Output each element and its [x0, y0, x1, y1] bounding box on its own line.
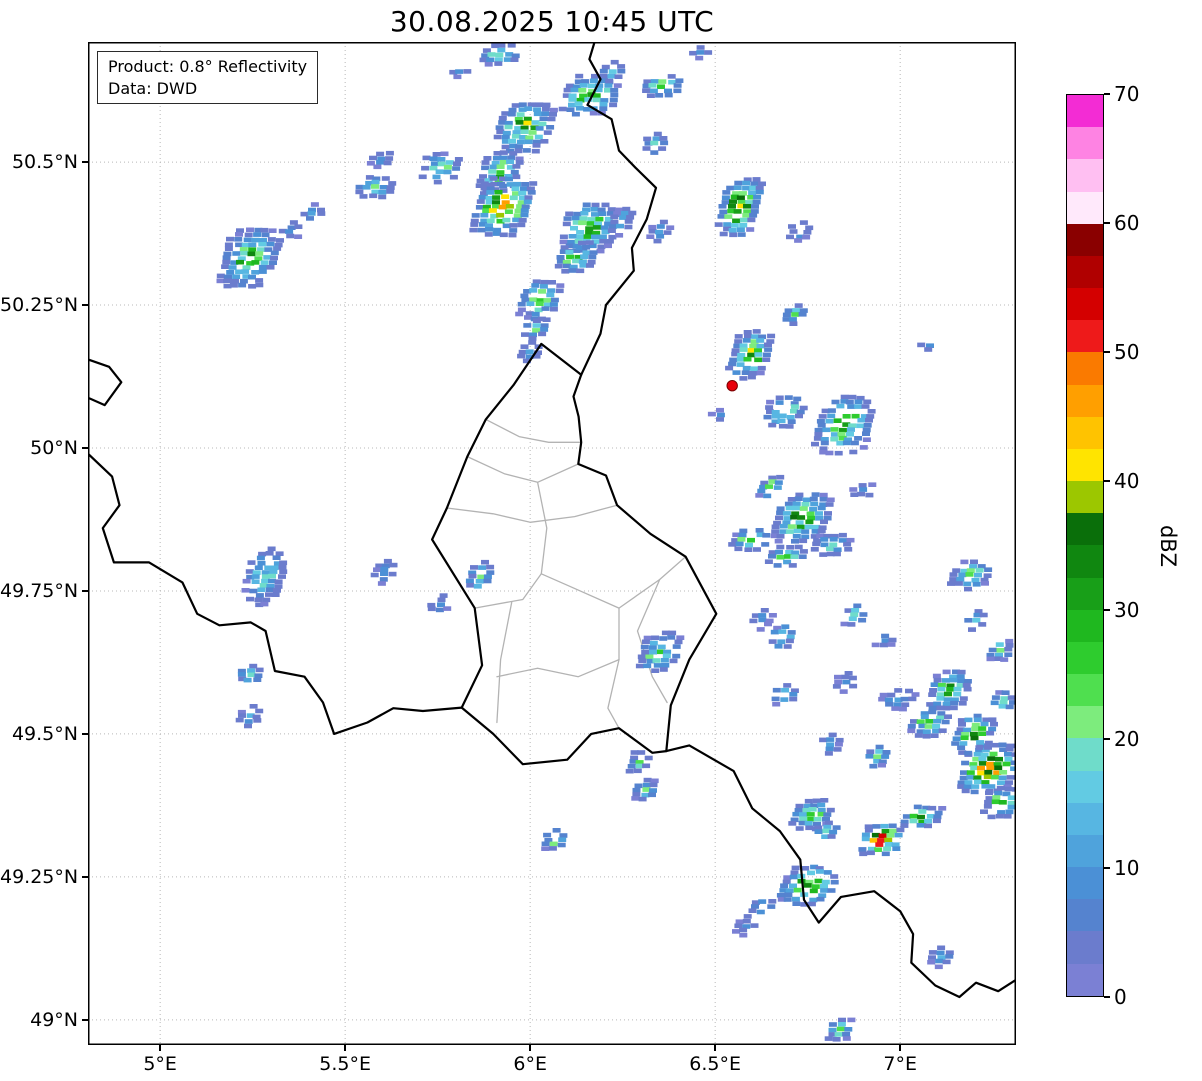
x-tick-label: 6°E [513, 1052, 547, 1076]
tick-mark [1104, 93, 1110, 95]
colorbar-gradient [1067, 95, 1103, 996]
colorbar-segment [1067, 835, 1103, 867]
colorbar-segment [1067, 964, 1103, 996]
colorbar-segment [1067, 610, 1103, 642]
colorbar-segment [1067, 545, 1103, 577]
colorbar-segment [1067, 288, 1103, 320]
colorbar-segment [1067, 867, 1103, 899]
weather-radar-figure: 30.08.2025 10:45 UTC Product: 0.8° Refle… [0, 0, 1202, 1081]
tick-mark [159, 1045, 161, 1051]
colorbar-segment [1067, 738, 1103, 770]
tick-mark [714, 1045, 716, 1051]
tick-mark [1104, 738, 1110, 740]
y-tick-label: 50.25°N [0, 293, 82, 317]
tick-mark [1104, 351, 1110, 353]
tick-mark [82, 161, 88, 163]
colorbar-segment [1067, 899, 1103, 931]
tick-mark [82, 876, 88, 878]
y-tick-label: 50°N [0, 436, 82, 460]
colorbar-segment [1067, 224, 1103, 256]
colorbar [1066, 94, 1104, 997]
y-tick-label: 49.75°N [0, 579, 82, 603]
radar-map-canvas [88, 42, 1016, 1045]
colorbar-tick-label: 10 [1114, 855, 1139, 881]
station-marker [727, 381, 737, 391]
colorbar-segment [1067, 674, 1103, 706]
colorbar-segment [1067, 706, 1103, 738]
tick-mark [1104, 480, 1110, 482]
tick-mark [1104, 996, 1110, 998]
tick-mark [1104, 222, 1110, 224]
colorbar-segment [1067, 385, 1103, 417]
y-tick-label: 49°N [0, 1008, 82, 1032]
y-tick-label: 50.5°N [0, 150, 82, 174]
colorbar-tick-label: 50 [1114, 339, 1139, 365]
map-plot-area: Product: 0.8° Reflectivity Data: DWD [88, 42, 1016, 1045]
colorbar-segment [1067, 449, 1103, 481]
colorbar-segment [1067, 771, 1103, 803]
colorbar-tick-label: 60 [1114, 210, 1139, 236]
colorbar-tick-label: 30 [1114, 597, 1139, 623]
tick-mark [82, 590, 88, 592]
plot-title: 30.08.2025 10:45 UTC [88, 5, 1016, 38]
radar-echoes [217, 43, 1017, 1042]
marker-layer [727, 381, 737, 391]
product-label: Product: 0.8° Reflectivity [108, 56, 307, 78]
x-tick-label: 5°E [143, 1052, 177, 1076]
colorbar-segment [1067, 159, 1103, 191]
colorbar-tick-label: 20 [1114, 726, 1139, 752]
x-tick-label: 6.5°E [689, 1052, 741, 1076]
colorbar-axis-label: dBZ [1155, 514, 1181, 578]
colorbar-tick-label: 0 [1114, 984, 1127, 1010]
tick-mark [82, 733, 88, 735]
data-source-label: Data: DWD [108, 78, 307, 100]
colorbar-segment [1067, 127, 1103, 159]
tick-mark [82, 304, 88, 306]
tick-mark [529, 1045, 531, 1051]
canton-borders [447, 419, 686, 728]
colorbar-segment [1067, 256, 1103, 288]
x-tick-label: 5.5°E [319, 1052, 371, 1076]
tick-mark [344, 1045, 346, 1051]
x-tick-label: 7°E [883, 1052, 917, 1076]
colorbar-segment [1067, 417, 1103, 449]
tick-mark [899, 1045, 901, 1051]
colorbar-segment [1067, 192, 1103, 224]
tick-mark [82, 447, 88, 449]
tick-mark [1104, 867, 1110, 869]
y-tick-label: 49.25°N [0, 865, 82, 889]
colorbar-segment [1067, 352, 1103, 384]
product-info-box: Product: 0.8° Reflectivity Data: DWD [97, 51, 318, 104]
tick-mark [82, 1019, 88, 1021]
y-tick-label: 49.5°N [0, 722, 82, 746]
colorbar-segment [1067, 642, 1103, 674]
colorbar-segment [1067, 320, 1103, 352]
colorbar-segment [1067, 803, 1103, 835]
gridlines [88, 42, 1016, 1045]
colorbar-segment [1067, 481, 1103, 513]
colorbar-tick-label: 70 [1114, 81, 1139, 107]
colorbar-segment [1067, 578, 1103, 610]
colorbar-segment [1067, 513, 1103, 545]
colorbar-segment [1067, 931, 1103, 963]
colorbar-tick-label: 40 [1114, 468, 1139, 494]
colorbar-segment [1067, 95, 1103, 127]
tick-mark [1104, 609, 1110, 611]
